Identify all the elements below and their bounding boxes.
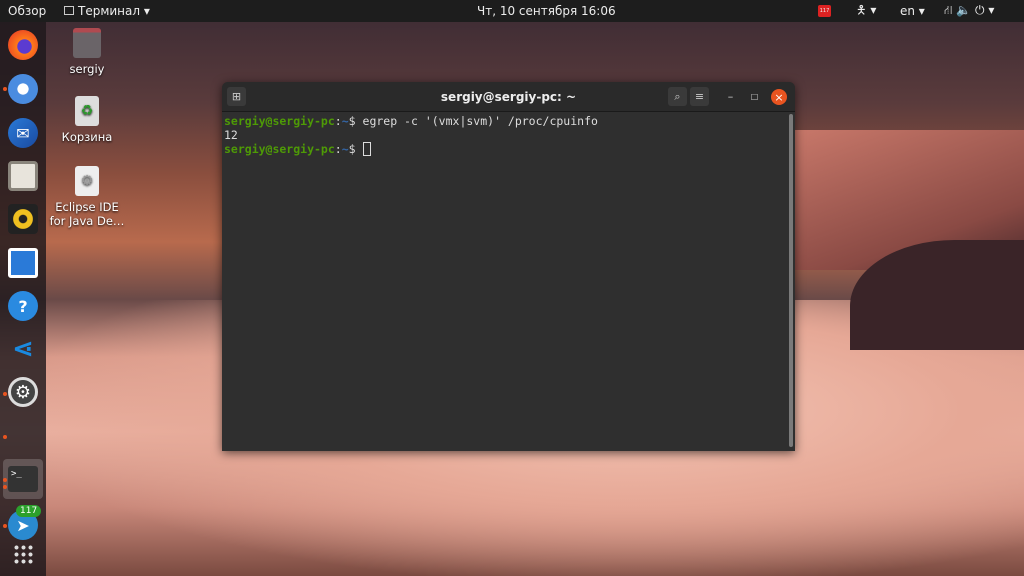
- desktop-icon-eclipse[interactable]: ⚙ Eclipse IDE for Java De…: [47, 166, 127, 228]
- menu-button[interactable]: ≡: [690, 87, 709, 106]
- home-folder-icon: [73, 28, 101, 58]
- clock[interactable]: Чт, 10 сентября 16:06: [477, 4, 616, 18]
- running-indicator: [3, 435, 7, 439]
- dock: ✉ ? ⋖ ⚙ >_ ➤ 117: [0, 22, 46, 576]
- system-arrow: ▾: [988, 3, 995, 17]
- prompt-path: ~: [341, 114, 349, 128]
- firefox-icon[interactable]: [8, 30, 38, 60]
- terminal-dock-item[interactable]: >_: [3, 459, 43, 499]
- show-applications-icon[interactable]: [13, 544, 33, 564]
- app-menu-label: Терминал ▾: [78, 4, 150, 18]
- window-title: sergiy@sergiy-pc: ~: [440, 90, 577, 104]
- prompt-path: ~: [341, 142, 349, 156]
- terminal-icon: >_: [8, 466, 38, 492]
- terminal-icon: [64, 6, 74, 15]
- search-button[interactable]: ⌕: [668, 87, 687, 106]
- app-menu[interactable]: Терминал ▾: [64, 4, 150, 18]
- command-line: sergiy@sergiy-pc:~$ egrep -c '(vmx|svm)'…: [224, 114, 793, 128]
- terminal-output[interactable]: sergiy@sergiy-pc:~$ egrep -c '(vmx|svm)'…: [222, 112, 795, 158]
- system-menu[interactable]: ⛙ 🔈 ⏻ ▾: [944, 3, 994, 19]
- minimize-button[interactable]: –: [721, 87, 740, 106]
- thunderbird-icon[interactable]: ✉: [8, 118, 38, 148]
- desktop-icon-label: Корзина: [61, 130, 113, 144]
- eclipse-icon: ⚙: [75, 166, 99, 196]
- chromium-icon[interactable]: [8, 74, 38, 104]
- terminal-headerbar: ⊞ sergiy@sergiy-pc: ~ ⌕ ≡ – □ ×: [222, 82, 795, 112]
- network-icon: ⛙: [944, 3, 953, 17]
- language-menu[interactable]: en ▾: [900, 4, 925, 18]
- current-prompt-line: sergiy@sergiy-pc:~$: [224, 142, 793, 156]
- cursor: [362, 142, 371, 156]
- command-text: egrep -c '(vmx|svm)' /proc/cpuinfo: [362, 114, 598, 128]
- help-icon[interactable]: ?: [8, 291, 38, 321]
- scrollbar[interactable]: [789, 114, 793, 447]
- activities-button[interactable]: Обзор: [8, 4, 46, 18]
- top-bar: Обзор Терминал ▾ Чт, 10 сентября 16:06 1…: [0, 0, 1024, 22]
- running-indicator: [3, 478, 7, 482]
- prompt-user: sergiy@sergiy-pc: [224, 114, 335, 128]
- prompt-symbol: $: [348, 114, 363, 128]
- settings-icon[interactable]: ⚙: [8, 377, 38, 407]
- desktop-icon-label: Eclipse IDE for Java De…: [49, 200, 125, 228]
- power-icon: ⏻: [975, 3, 985, 17]
- trash-icon: ♻: [75, 96, 99, 126]
- accessibility-icon: 🯅: [856, 2, 867, 17]
- libreoffice-writer-icon[interactable]: [8, 248, 38, 278]
- desktop-icon-label: sergiy: [69, 62, 105, 76]
- prompt-user: sergiy@sergiy-pc: [224, 142, 335, 156]
- command-output: 12: [224, 128, 238, 142]
- volume-icon: 🔈: [956, 3, 972, 17]
- accessibility-arrow: ▾: [870, 2, 877, 17]
- prompt-symbol: $: [348, 142, 363, 156]
- files-icon[interactable]: [8, 161, 38, 191]
- running-indicator: [3, 392, 7, 396]
- running-indicator: [3, 87, 7, 91]
- prompt-separator: :: [334, 142, 342, 156]
- notification-badge-icon[interactable]: 117: [818, 5, 831, 17]
- running-indicator: [3, 485, 7, 489]
- terminal-window[interactable]: ⊞ sergiy@sergiy-pc: ~ ⌕ ≡ – □ × sergiy@s…: [222, 82, 795, 451]
- running-indicator: [3, 524, 7, 528]
- accessibility-menu[interactable]: 🯅 ▾: [856, 1, 876, 22]
- rhythmbox-icon[interactable]: [8, 204, 38, 234]
- desktop-icon-trash[interactable]: ♻ Корзина: [47, 96, 127, 144]
- desktop-icon-home[interactable]: sergiy: [47, 28, 127, 76]
- prompt-separator: :: [334, 114, 342, 128]
- vscode-icon[interactable]: ⋖: [8, 334, 38, 364]
- maximize-button[interactable]: □: [745, 87, 764, 106]
- close-button[interactable]: ×: [771, 89, 787, 105]
- telegram-badge: 117: [16, 505, 42, 517]
